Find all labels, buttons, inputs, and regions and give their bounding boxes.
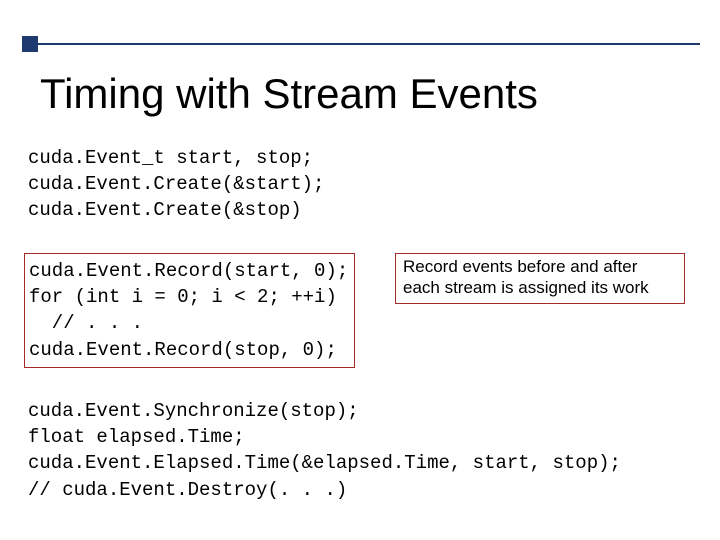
annotation-box: Record events before and after each stre… [395,253,685,304]
code-block-top: cuda.Event_t start, stop; cuda.Event.Cre… [28,145,324,224]
code-block-boxed: cuda.Event.Record(start, 0); for (int i … [24,253,355,368]
code-block-bottom: cuda.Event.Synchronize(stop); float elap… [28,398,621,503]
accent-line [38,43,700,45]
slide-title: Timing with Stream Events [40,70,538,118]
accent-square [22,36,38,52]
